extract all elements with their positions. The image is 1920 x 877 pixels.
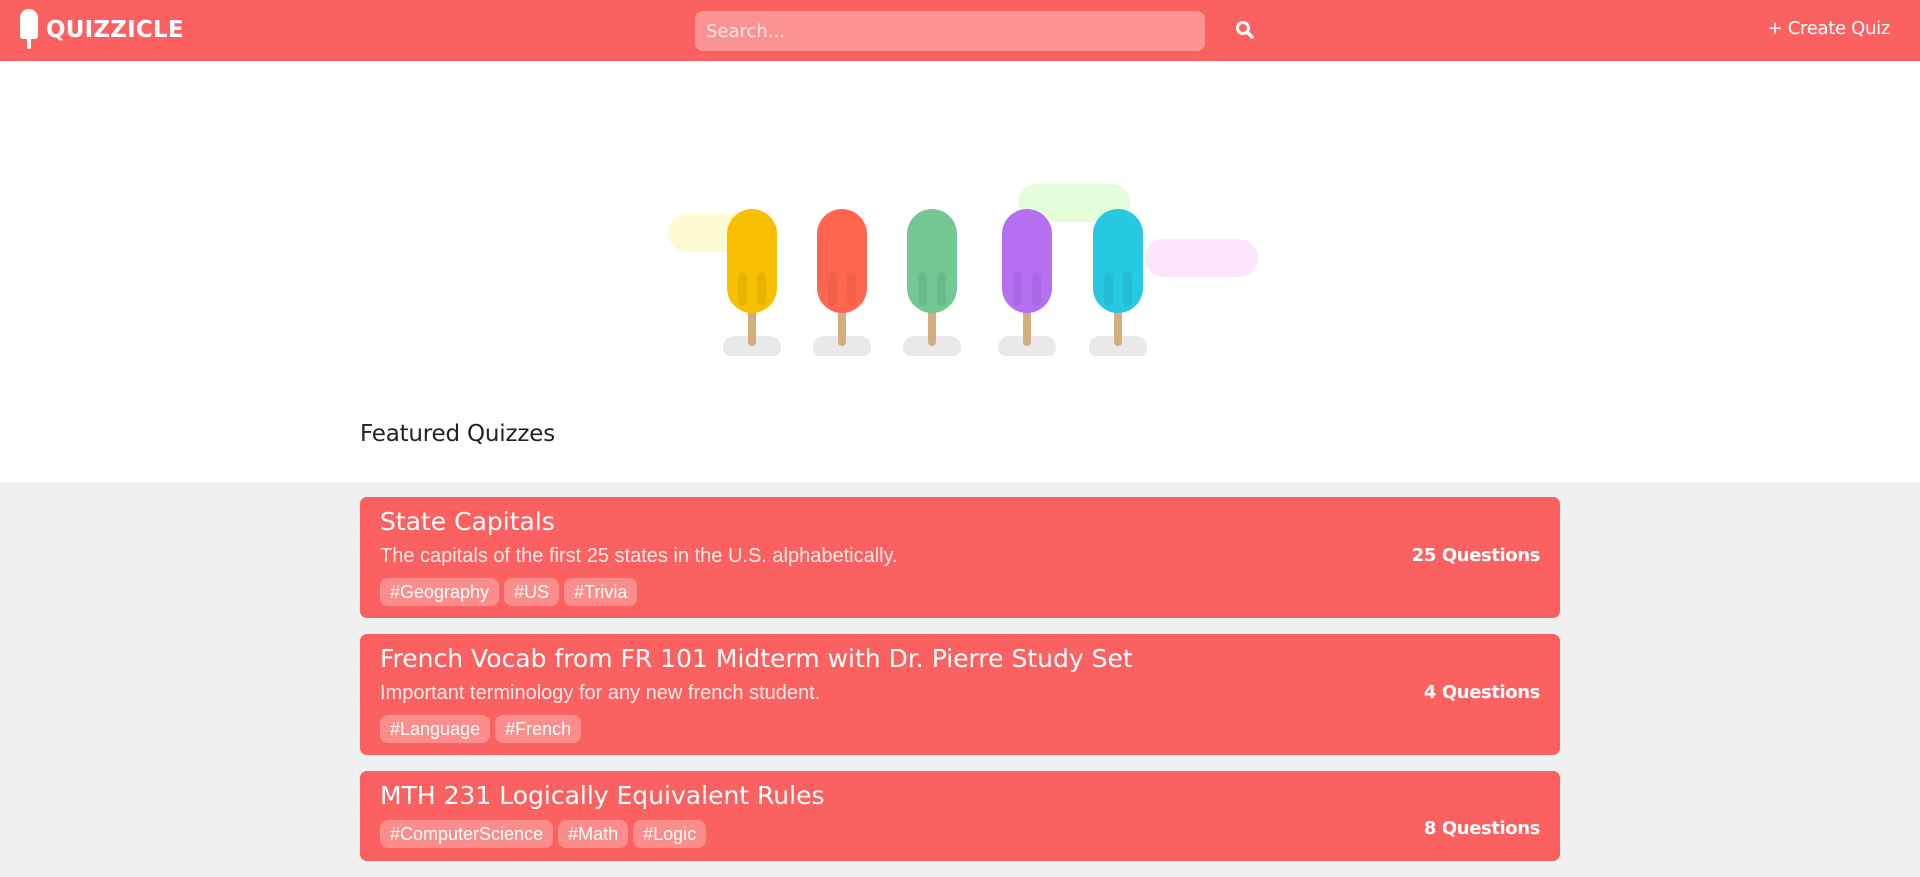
quiz-list: State Capitals The capitals of the first… xyxy=(360,497,1560,877)
popsicle-shading xyxy=(1104,272,1113,306)
navbar: QUIZZICLE + Create Quiz xyxy=(0,0,1920,61)
popsicle-shading xyxy=(1013,272,1022,306)
quiz-title: French Vocab from FR 101 Midterm with Dr… xyxy=(380,644,1133,673)
quiz-description: Important terminology for any new french… xyxy=(380,682,821,704)
quiz-card[interactable]: French Vocab from FR 101 Midterm with Dr… xyxy=(360,634,1560,755)
featured-quizzes-heading: Featured Quizzes xyxy=(360,421,555,447)
tag[interactable]: #ComputerScience xyxy=(380,820,554,848)
tag[interactable]: #Geography xyxy=(380,578,500,606)
popsicle-shading xyxy=(738,272,747,306)
tag-list: #Geography #US #Trivia xyxy=(380,578,638,606)
search-input[interactable] xyxy=(695,11,1205,51)
tag[interactable]: #Math xyxy=(558,820,629,848)
popsicle-illustration xyxy=(668,184,1258,356)
hero-section: Featured Quizzes xyxy=(0,61,1920,482)
tag-list: #Language #French xyxy=(380,715,582,743)
popsicle xyxy=(1002,209,1052,313)
tag[interactable]: #US xyxy=(504,578,560,606)
tag[interactable]: #French xyxy=(495,715,582,743)
popsicle-shading xyxy=(847,272,856,306)
logo-text: QUIZZICLE xyxy=(46,17,184,43)
tag[interactable]: #Logic xyxy=(633,820,707,848)
popsicle xyxy=(907,209,957,313)
quiz-description: The capitals of the first 25 states in t… xyxy=(380,545,898,567)
tag-list: #ComputerScience #Math #Logic xyxy=(380,820,707,848)
popsicle-shading xyxy=(757,272,766,306)
question-count: 8 Questions xyxy=(1423,818,1541,839)
popsicle xyxy=(817,209,867,313)
popsicle-shading xyxy=(1032,272,1041,306)
question-count: 25 Questions xyxy=(1411,545,1541,566)
popsicle-logo-icon xyxy=(20,9,38,51)
create-quiz-link[interactable]: + Create Quiz xyxy=(1768,18,1891,39)
popsicle xyxy=(1093,209,1143,313)
search-button[interactable] xyxy=(1230,17,1260,45)
quiz-title: State Capitals xyxy=(380,507,555,536)
popsicle-shading xyxy=(937,272,946,306)
logo-link[interactable]: QUIZZICLE xyxy=(20,9,184,51)
popsicle xyxy=(727,209,777,313)
cloud-shape xyxy=(1145,239,1258,277)
popsicle-shading xyxy=(828,272,837,306)
popsicle-shading xyxy=(1123,272,1132,306)
popsicle-shading xyxy=(918,272,927,306)
quiz-title: MTH 231 Logically Equivalent Rules xyxy=(380,781,825,810)
question-count: 4 Questions xyxy=(1423,682,1541,703)
tag[interactable]: #Trivia xyxy=(564,578,638,606)
quiz-card[interactable]: State Capitals The capitals of the first… xyxy=(360,497,1560,618)
tag[interactable]: #Language xyxy=(380,715,491,743)
quiz-card[interactable]: MTH 231 Logically Equivalent Rules 8 Que… xyxy=(360,771,1560,861)
search-icon xyxy=(1236,20,1254,39)
